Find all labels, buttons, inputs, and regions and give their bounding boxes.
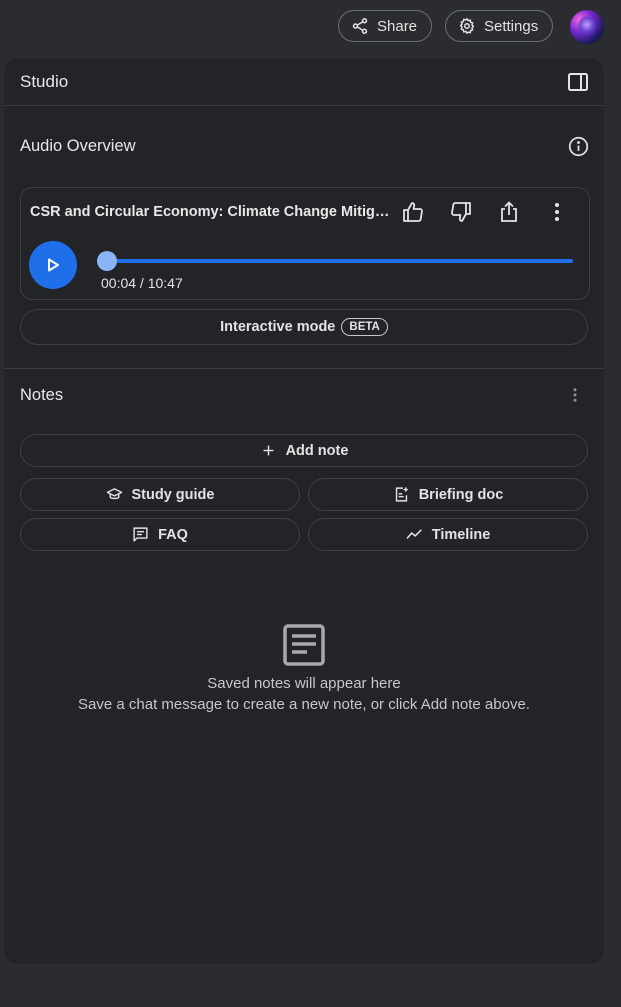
notes-menu-button[interactable] [564, 384, 586, 406]
add-note-button[interactable]: Add note [20, 434, 588, 467]
progress-track[interactable] [99, 259, 573, 263]
studio-panel: Studio Audio Overview CSR and Circular E… [4, 58, 604, 964]
info-icon [568, 136, 588, 156]
share-label: Share [377, 17, 418, 35]
empty-state-subtitle: Save a chat message to create a new note… [78, 696, 530, 713]
audio-overview-section: Audio Overview CSR and Circular Economy:… [4, 107, 604, 369]
more-vert-icon [555, 203, 559, 221]
audio-overview-title: Audio Overview [20, 136, 136, 155]
empty-state-title: Saved notes will appear here [207, 675, 401, 692]
timeline-button[interactable]: Timeline [308, 518, 588, 551]
audio-player: CSR and Circular Economy: Climate Change… [20, 187, 590, 300]
faq-label: FAQ [158, 526, 188, 543]
studio-title: Studio [20, 71, 69, 91]
interactive-mode-label: Interactive mode [220, 319, 336, 335]
thumbs-up-button[interactable] [401, 200, 425, 224]
audio-overview-header: Audio Overview [20, 135, 589, 157]
collapse-panel-button[interactable] [567, 71, 589, 93]
gear-icon [459, 17, 475, 35]
more-vert-icon [573, 388, 577, 402]
interactive-mode-button[interactable]: Interactive mode BETA [20, 309, 588, 345]
study-guide-button[interactable]: Study guide [20, 478, 300, 511]
progress-thumb[interactable] [97, 251, 117, 271]
graduation-cap-icon [106, 488, 122, 500]
briefing-doc-icon [395, 487, 408, 502]
upload-share-icon [501, 201, 517, 222]
thumbs-down-icon [451, 202, 471, 222]
top-bar: Share Settings [0, 0, 621, 52]
player-actions [401, 200, 569, 224]
briefing-doc-button[interactable]: Briefing doc [308, 478, 588, 511]
briefing-doc-label: Briefing doc [418, 486, 504, 503]
thumbs-up-icon [403, 202, 423, 222]
share-button[interactable]: Share [338, 10, 433, 42]
notes-header: Notes [20, 384, 586, 406]
plus-icon [263, 445, 274, 456]
more-options-button[interactable] [545, 200, 569, 224]
timeline-icon [406, 529, 422, 539]
audio-title: CSR and Circular Economy: Climate Change… [30, 204, 392, 220]
studio-header: Studio [4, 58, 604, 106]
settings-button[interactable]: Settings [445, 10, 554, 42]
faq-button[interactable]: FAQ [20, 518, 300, 551]
side-panel-icon [568, 72, 588, 91]
beta-badge: BETA [341, 318, 388, 336]
add-note-label: Add note [285, 442, 349, 459]
avatar[interactable] [570, 10, 604, 44]
settings-label: Settings [484, 17, 539, 35]
faq-chat-icon [133, 527, 148, 542]
thumbs-down-button[interactable] [449, 200, 473, 224]
notes-empty-state: Saved notes will appear here Save a chat… [4, 623, 604, 713]
time-readout: 00:04 / 10:47 [101, 275, 183, 291]
info-button[interactable] [567, 135, 589, 157]
timeline-label: Timeline [431, 526, 491, 543]
notes-title: Notes [20, 385, 64, 404]
study-guide-label: Study guide [131, 486, 215, 503]
share-audio-button[interactable] [497, 200, 521, 224]
share-icon [352, 18, 368, 34]
play-button[interactable] [29, 241, 77, 289]
note-document-icon [4, 623, 604, 667]
play-icon [48, 258, 59, 272]
